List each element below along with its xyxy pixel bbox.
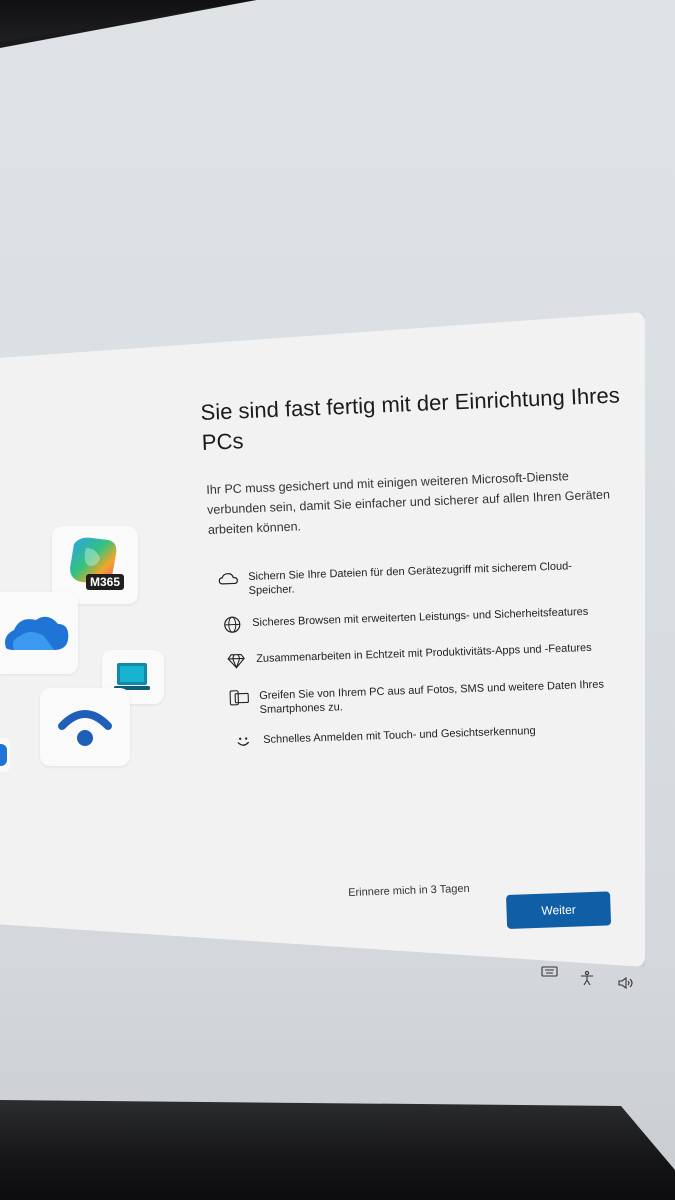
smile-icon	[233, 733, 254, 750]
onedrive-tile	[0, 592, 78, 674]
globe-icon	[222, 616, 243, 633]
accessibility-icon[interactable]	[579, 970, 597, 986]
monitor-bottom-bezel	[0, 1100, 675, 1200]
m365-badge: M365	[86, 574, 125, 590]
sign-in-tile	[40, 688, 130, 766]
phone-pc-icon	[229, 689, 250, 706]
cloud-icon	[218, 570, 239, 587]
diamond-icon	[226, 652, 247, 669]
keyboard-icon[interactable]	[541, 965, 559, 979]
partial-tile	[0, 738, 10, 772]
volume-icon[interactable]	[617, 976, 635, 990]
wifi-icon	[58, 710, 112, 746]
next-button[interactable]: Weiter	[506, 891, 612, 929]
onedrive-icon	[5, 616, 69, 650]
